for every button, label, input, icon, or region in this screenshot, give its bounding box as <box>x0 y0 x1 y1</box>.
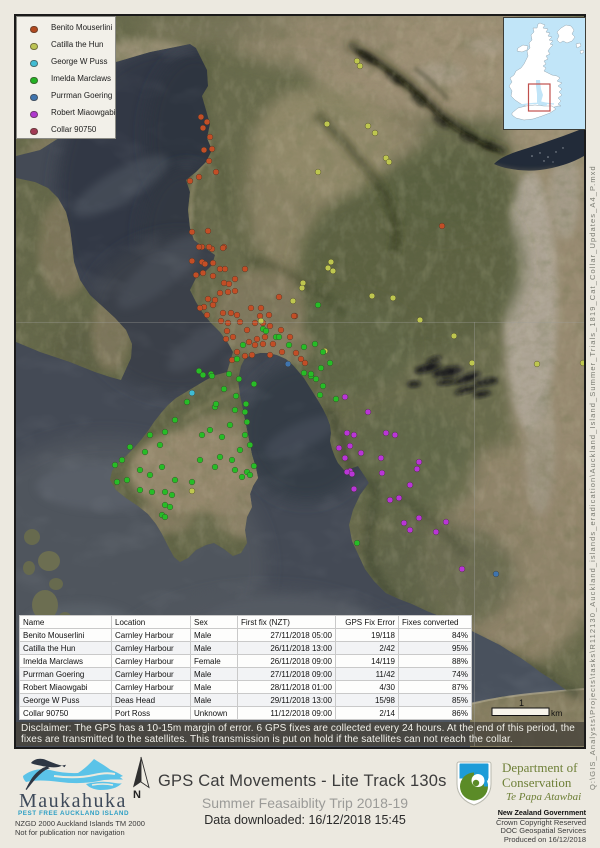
svg-text:1: 1 <box>519 698 524 708</box>
svg-text:km: km <box>551 708 562 718</box>
